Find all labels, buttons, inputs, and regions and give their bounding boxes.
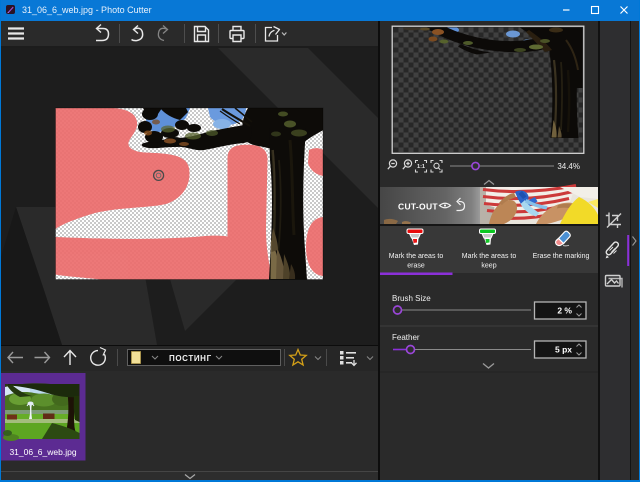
svg-text:Brush Size: Brush Size <box>392 294 431 303</box>
svg-text:Mark the areas to: Mark the areas to <box>389 253 444 260</box>
svg-text:Mark the areas to: Mark the areas to <box>462 253 517 260</box>
svg-text:2 %: 2 % <box>557 306 572 316</box>
svg-text:ПОСТИНГ: ПОСТИНГ <box>169 354 212 363</box>
svg-text:Erase the marking: Erase the marking <box>533 253 590 260</box>
svg-text:1:1: 1:1 <box>417 164 425 170</box>
svg-text:31_06_6_web.jpg: 31_06_6_web.jpg <box>9 447 76 457</box>
svg-text:5 px: 5 px <box>555 345 572 355</box>
svg-text:keep: keep <box>481 263 496 270</box>
svg-text:CUT-OUT: CUT-OUT <box>398 202 438 212</box>
svg-text:34.4%: 34.4% <box>557 162 580 171</box>
svg-text:erase: erase <box>407 263 425 270</box>
svg-text:Feather: Feather <box>392 333 420 342</box>
